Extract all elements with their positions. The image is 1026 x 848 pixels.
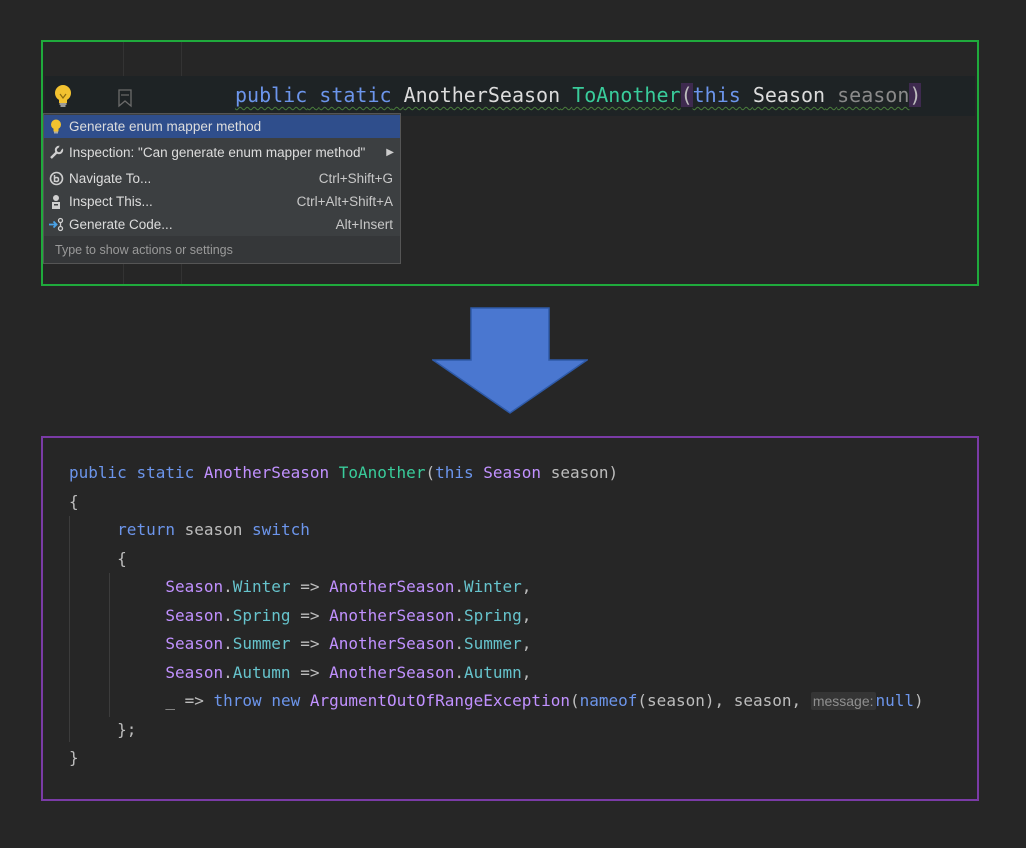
- keyword-null: null: [875, 691, 915, 710]
- open-brace: {: [117, 548, 127, 568]
- keyword-throw: throw: [213, 691, 262, 710]
- generate-code-icon: [48, 217, 64, 233]
- after-panel: public static AnotherSeason ToAnother(th…: [41, 436, 979, 801]
- enum-member: Spring: [232, 605, 291, 625]
- menu-item-label: Generate enum mapper method: [69, 119, 262, 134]
- submenu-arrow-icon: ▶: [386, 147, 394, 158]
- enum-member: Autumn: [232, 662, 291, 682]
- navigate-icon: [48, 171, 64, 187]
- enum-member: Winter: [463, 577, 522, 596]
- close-switch: };: [117, 719, 137, 739]
- param-name: season: [837, 83, 910, 107]
- menu-item-label: Inspect This...: [69, 194, 153, 209]
- code-line: {: [69, 488, 924, 517]
- code-line: }: [69, 744, 924, 773]
- switch-default-arm: _ => throw new ArgumentOutOfRangeExcepti…: [165, 691, 924, 710]
- keyword-static: static: [319, 83, 392, 107]
- method-name: ToAnother: [338, 463, 426, 482]
- enum-type: AnotherSeason: [329, 577, 455, 596]
- switch-arm: Season.Spring => AnotherSeason.Spring,: [165, 605, 532, 625]
- enum-type: Season: [165, 634, 224, 653]
- menu-item-shortcut: Ctrl+Alt+Shift+A: [296, 194, 393, 209]
- menu-item-navigate-to[interactable]: Navigate To... Ctrl+Shift+G: [44, 167, 400, 190]
- param-name: season: [184, 520, 243, 539]
- menu-item-generate-code[interactable]: Generate Code... Alt+Insert: [44, 213, 400, 236]
- code-line: };: [69, 716, 924, 745]
- alt-enter-menu: Generate enum mapper method Inspection: …: [43, 113, 401, 264]
- close-brace: }: [69, 748, 79, 767]
- menu-item-shortcut: Alt+Insert: [335, 217, 393, 232]
- enum-type: AnotherSeason: [329, 662, 455, 682]
- switch-arm: Season.Winter => AnotherSeason.Winter,: [165, 577, 532, 596]
- enum-member: Summer: [463, 634, 522, 653]
- close-paren: ): [909, 83, 922, 107]
- code-line: return season switch: [69, 516, 924, 545]
- open-paren: (: [680, 83, 693, 107]
- switch-arm: Season.Autumn => AnotherSeason.Autumn,: [165, 662, 532, 682]
- enum-member: Spring: [463, 605, 522, 625]
- code-line: {: [69, 545, 924, 574]
- lambda-arrow: =>: [300, 605, 320, 625]
- lightbulb-icon: [48, 119, 64, 135]
- keyword-public: public: [235, 83, 308, 107]
- parameter-name-hint: message:: [810, 692, 876, 710]
- return-type: AnotherSeason: [203, 463, 330, 482]
- menu-item-generate-enum-mapper[interactable]: Generate enum mapper method: [44, 115, 400, 138]
- menu-search-hint[interactable]: Type to show actions or settings: [44, 236, 400, 263]
- enum-type: AnotherSeason: [329, 605, 455, 625]
- keyword-this: this: [435, 463, 474, 482]
- enum-type: Season: [165, 662, 224, 682]
- menu-item-label: Generate Code...: [69, 217, 173, 232]
- keyword-switch: switch: [252, 520, 310, 539]
- enum-type: Season: [165, 605, 224, 625]
- bookmark-icon[interactable]: [117, 88, 133, 108]
- down-arrow-icon: [432, 307, 588, 414]
- keyword-public: public: [69, 463, 127, 482]
- menu-item-label: Navigate To...: [69, 171, 152, 186]
- wrench-icon: [48, 145, 64, 161]
- menu-item-inspection[interactable]: Inspection: "Can generate enum mapper me…: [44, 141, 400, 164]
- code-line: public static AnotherSeason ToAnother(th…: [69, 463, 619, 482]
- lightbulb-icon[interactable]: [53, 84, 73, 108]
- param-type: Season: [752, 83, 826, 107]
- param-name: season: [550, 463, 609, 482]
- keyword-new: new: [271, 691, 301, 710]
- keyword-static: static: [136, 463, 195, 482]
- lambda-arrow: =>: [300, 662, 320, 682]
- param-name: season: [647, 691, 705, 710]
- discard: _: [165, 691, 175, 710]
- param-type: Season: [483, 463, 542, 482]
- method-signature[interactable]: public static AnotherSeason ToAnother(th…: [235, 80, 922, 110]
- generated-method[interactable]: public static AnotherSeason ToAnother(th…: [69, 459, 924, 773]
- return-type: AnotherSeason: [403, 83, 561, 107]
- menu-item-label: Inspection: "Can generate enum mapper me…: [69, 145, 366, 160]
- switch-arm: Season.Summer => AnotherSeason.Summer,: [165, 634, 532, 653]
- menu-item-inspect-this[interactable]: Inspect This... Ctrl+Alt+Shift+A: [44, 190, 400, 213]
- open-brace: {: [69, 491, 79, 511]
- keyword-return: return: [117, 520, 175, 539]
- enum-member: Summer: [232, 634, 291, 653]
- keyword-this: this: [692, 83, 741, 107]
- keyword-nameof: nameof: [579, 691, 638, 710]
- enum-member: Autumn: [463, 662, 522, 682]
- lambda-arrow: =>: [184, 691, 204, 710]
- menu-item-shortcut: Ctrl+Shift+G: [318, 171, 393, 186]
- method-name: ToAnother: [572, 83, 681, 107]
- enum-member: Winter: [232, 577, 291, 596]
- lambda-arrow: =>: [300, 634, 320, 653]
- enum-type: AnotherSeason: [329, 634, 455, 653]
- inspect-icon: [48, 194, 64, 210]
- enum-type: Season: [165, 577, 224, 596]
- exception-type: ArgumentOutOfRangeException: [309, 691, 570, 710]
- lambda-arrow: =>: [300, 577, 320, 596]
- param-name: season: [733, 691, 792, 710]
